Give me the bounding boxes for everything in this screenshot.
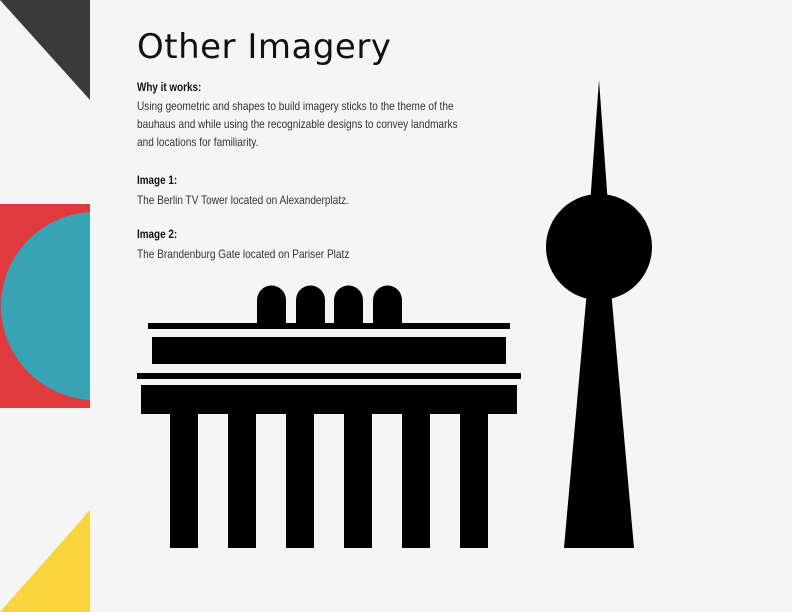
slide-content: Other Imagery Why it works: Using geomet… bbox=[0, 0, 792, 612]
gate-dome bbox=[296, 285, 325, 323]
gate-column bbox=[286, 414, 314, 548]
tower-antenna bbox=[590, 80, 608, 205]
gate-entablature bbox=[141, 385, 517, 414]
tv-tower-illustration bbox=[546, 80, 652, 548]
gate-dome bbox=[334, 285, 363, 323]
tower-shaft bbox=[564, 290, 634, 548]
gate-column bbox=[344, 414, 372, 548]
gate-top-ledge bbox=[148, 323, 510, 329]
tower-sphere bbox=[546, 194, 652, 300]
landmark-illustrations bbox=[137, 80, 652, 548]
gate-column bbox=[460, 414, 488, 548]
gate-column bbox=[402, 414, 430, 548]
brandenburg-gate-illustration bbox=[137, 285, 521, 548]
gate-attic bbox=[152, 337, 506, 364]
gate-dome bbox=[373, 285, 402, 323]
gate-dome bbox=[257, 285, 286, 323]
gate-column bbox=[228, 414, 256, 548]
gate-column bbox=[170, 414, 198, 548]
gate-cornice bbox=[137, 373, 521, 379]
